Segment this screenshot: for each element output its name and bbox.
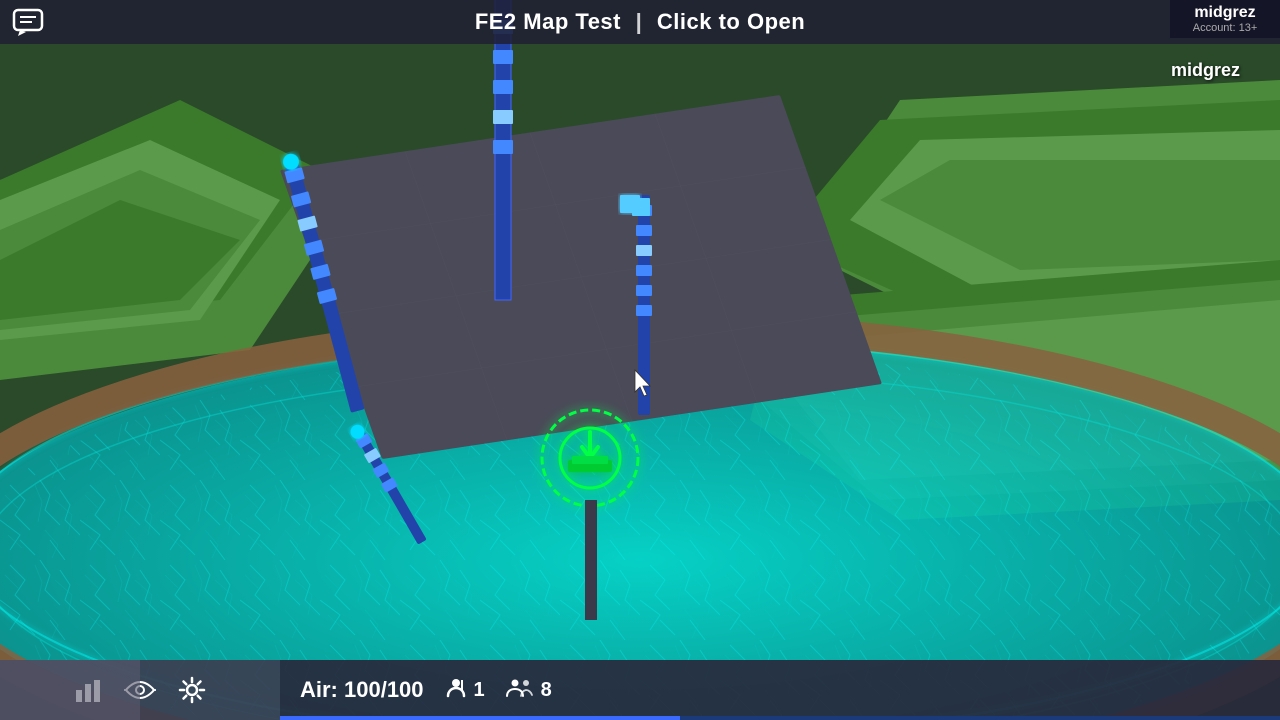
team-count-value: 8 [541,679,552,702]
xp-bar [280,716,1280,720]
settings-button[interactable] [174,672,210,708]
account-label: Account: 13+ [1182,22,1268,34]
hud-controls [0,660,280,720]
top-bar-title: FE2 Map Test | Click to Open [475,9,805,35]
hud-stats: Air: 100/100 1 [280,660,1280,720]
person-icon [444,676,468,705]
click-to-open-text[interactable]: Click to Open [657,9,805,34]
player-count-stat: 1 [444,676,485,705]
air-stat: Air: 100/100 [300,677,424,703]
account-username: midgrez [1182,4,1268,22]
account-panel: midgrez Account: 13+ [1170,0,1280,38]
group-icon [505,676,535,705]
team-count-stat: 8 [505,676,552,705]
player-count-value: 1 [474,679,485,702]
top-bar[interactable]: FE2 Map Test | Click to Open [0,0,1280,44]
game-viewport: FE2 Map Test | Click to Open midgrez Acc… [0,0,1280,720]
scene-canvas [0,0,1280,720]
in-game-username: midgrez [1171,60,1240,81]
bottom-hud: Air: 100/100 1 [0,660,1280,720]
chat-icon-button[interactable] [12,8,44,41]
xp-bar-fill [280,716,680,720]
game-title-text: FE2 Map Test [475,9,621,34]
